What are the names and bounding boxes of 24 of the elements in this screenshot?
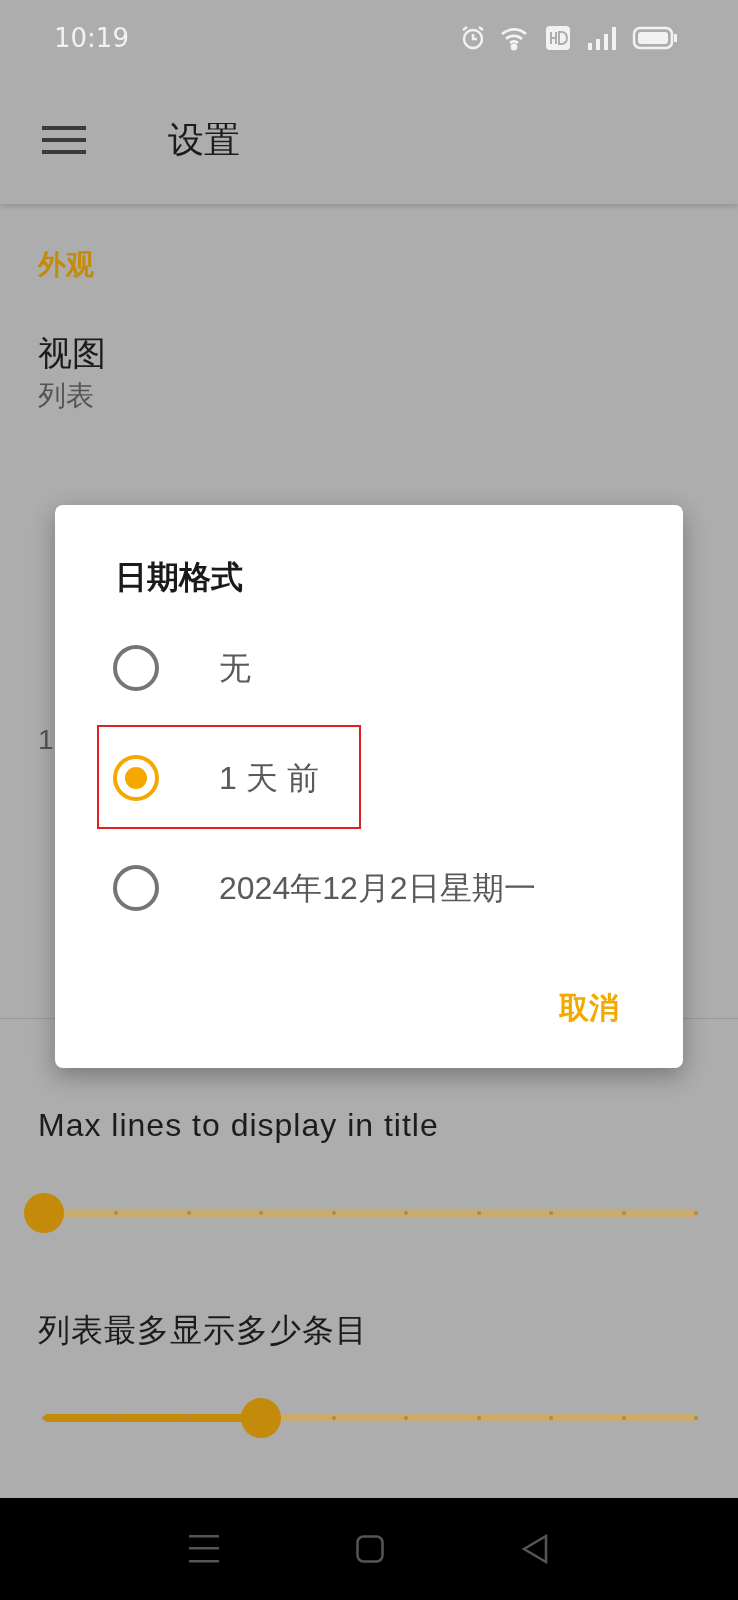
setting-summary: 列表 bbox=[38, 379, 94, 413]
dialog-title: 日期格式 bbox=[115, 558, 243, 597]
setting-summary: 1 bbox=[38, 723, 54, 757]
back-icon[interactable] bbox=[521, 1534, 550, 1564]
radio-button[interactable] bbox=[113, 755, 159, 801]
slider-thumb[interactable] bbox=[24, 1193, 64, 1233]
radio-button[interactable] bbox=[113, 645, 159, 691]
battery-icon bbox=[632, 25, 678, 51]
setting-title: Max lines to display in title bbox=[38, 1107, 439, 1143]
toolbar-title: 设置 bbox=[168, 118, 240, 162]
alarm-icon bbox=[460, 25, 486, 51]
option-label[interactable]: 2024年12月2日星期一 bbox=[219, 864, 536, 912]
slider-thumb[interactable] bbox=[241, 1398, 282, 1438]
setting-title: 视图 bbox=[38, 333, 106, 374]
menu-icon[interactable] bbox=[188, 1535, 219, 1563]
setting-title: 列表最多显示多少条目 bbox=[38, 1312, 368, 1348]
status-time: 10:19 bbox=[54, 21, 129, 55]
hd-icon bbox=[546, 26, 570, 50]
option-label[interactable]: 无 bbox=[219, 644, 251, 692]
section-header: 外观 bbox=[38, 249, 94, 280]
option-label[interactable]: 1 天 前 bbox=[219, 754, 319, 802]
radio-button[interactable] bbox=[113, 865, 159, 911]
home-icon[interactable] bbox=[356, 1535, 384, 1563]
menu-icon[interactable] bbox=[42, 125, 86, 155]
